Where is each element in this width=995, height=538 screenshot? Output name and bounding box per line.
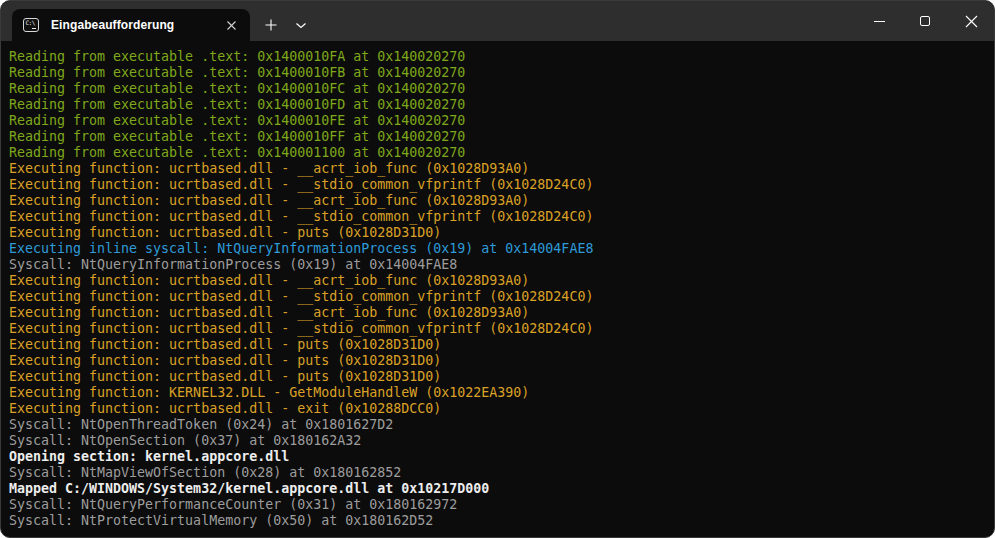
terminal-line: Syscall: NtMapViewOfSection (0x28) at 0x… xyxy=(9,465,993,481)
terminal-line: Executing function: ucrtbased.dll - puts… xyxy=(9,353,993,369)
tab-dropdown-button[interactable] xyxy=(285,9,317,41)
terminal-line: Reading from executable .text: 0x1400010… xyxy=(9,49,993,65)
terminal-output[interactable]: Reading from executable .text: 0x1400010… xyxy=(2,41,993,536)
terminal-line: Syscall: NtQueryPerformanceCounter (0x31… xyxy=(9,497,993,513)
terminal-line: Executing function: ucrtbased.dll - __ac… xyxy=(9,273,993,289)
terminal-line: Syscall: NtProtectVirtualMemory (0x50) a… xyxy=(9,513,993,529)
terminal-line: Reading from executable .text: 0x1400010… xyxy=(9,65,993,81)
terminal-line: Reading from executable .text: 0x1400010… xyxy=(9,81,993,97)
terminal-line: Syscall: NtQueryInformationProcess (0x19… xyxy=(9,257,993,273)
terminal-line: Syscall: NtOpenThreadToken (0x24) at 0x1… xyxy=(9,417,993,433)
terminal-line: Executing function: ucrtbased.dll - __ac… xyxy=(9,193,993,209)
terminal-line: Executing function: ucrtbased.dll - __st… xyxy=(9,321,993,337)
close-button[interactable] xyxy=(948,1,994,41)
minimize-icon xyxy=(874,21,885,22)
tab-eingabeaufforderung[interactable]: Eingabeaufforderung xyxy=(12,9,250,41)
caption-buttons xyxy=(856,1,994,41)
terminal-line: Executing function: ucrtbased.dll - puts… xyxy=(9,369,993,385)
terminal-line: Executing function: ucrtbased.dll - __st… xyxy=(9,289,993,305)
new-tab-button[interactable] xyxy=(255,9,287,41)
terminal-window: Eingabeaufforderung Reading from executa… xyxy=(0,0,995,538)
terminal-line: Executing function: ucrtbased.dll - __ac… xyxy=(9,161,993,177)
tab-close-icon[interactable] xyxy=(222,16,240,34)
terminal-line: Executing function: ucrtbased.dll - __st… xyxy=(9,209,993,225)
terminal-line: Reading from executable .text: 0x1400010… xyxy=(9,113,993,129)
terminal-line: Reading from executable .text: 0x1400010… xyxy=(9,129,993,145)
terminal-line: Mapped C:/WINDOWS/System32/kernel.appcor… xyxy=(9,481,993,497)
maximize-button[interactable] xyxy=(902,1,948,41)
terminal-line: Opening section: kernel.appcore.dll xyxy=(9,449,993,465)
terminal-line: Syscall: NtOpenSection (0x37) at 0x18016… xyxy=(9,433,993,449)
terminal-line: Executing function: ucrtbased.dll - puts… xyxy=(9,225,993,241)
terminal-line: Executing function: ucrtbased.dll - __st… xyxy=(9,177,993,193)
terminal-line: Executing function: ucrtbased.dll - exit… xyxy=(9,401,993,417)
minimize-button[interactable] xyxy=(856,1,902,41)
terminal-line: Executing function: KERNEL32.DLL - GetMo… xyxy=(9,385,993,401)
terminal-line: Reading from executable .text: 0x1400010… xyxy=(9,97,993,113)
terminal-line: Executing inline syscall: NtQueryInforma… xyxy=(9,241,993,257)
terminal-line: Executing function: ucrtbased.dll - puts… xyxy=(9,337,993,353)
terminal-line: Reading from executable .text: 0x1400011… xyxy=(9,145,993,161)
tab-label: Eingabeaufforderung xyxy=(51,18,222,32)
titlebar[interactable]: Eingabeaufforderung xyxy=(1,1,994,41)
terminal-line: Executing function: ucrtbased.dll - __ac… xyxy=(9,305,993,321)
maximize-icon xyxy=(920,16,930,26)
cmd-icon xyxy=(23,18,39,32)
close-icon xyxy=(965,15,978,28)
